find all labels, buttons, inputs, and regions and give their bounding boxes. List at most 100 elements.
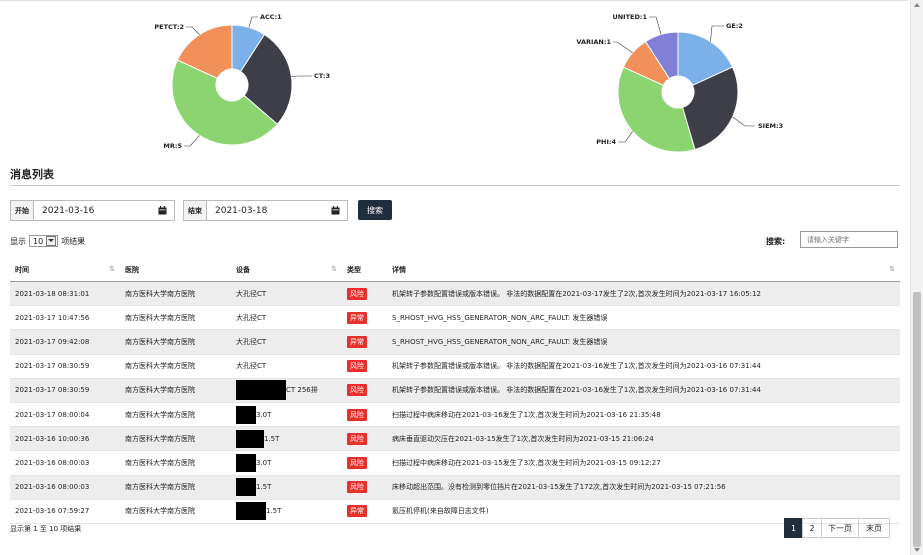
cell-time: 2021-03-17 08:30:59: [10, 354, 120, 379]
column-header-detail[interactable]: 详情 ⇅: [387, 258, 900, 282]
cell-detail: S_RHOST_HVG_HSS_GENERATOR_NON_ARC_FAULT:…: [387, 305, 900, 331]
column-header-type[interactable]: 类型: [342, 258, 387, 282]
vendor-label: UNITED:1: [612, 13, 647, 21]
cell-detail: S_RHOST_HVG_HSS_GENERATOR_NON_ARC_FAULT:…: [387, 329, 900, 355]
vendor-label: SIEM:3: [758, 122, 783, 130]
keyword-search-input[interactable]: [800, 231, 898, 248]
table-row[interactable]: 2021-03-16 10:00:36 南方医科大学南方医院 1.5T 风险 病床垂直驱…: [10, 426, 900, 452]
vendor-pie-chart: GE:2 SIEM:3 PHI:4 VARIAN:1 UNITED:1: [576, 13, 783, 153]
cell-time: 2021-03-18 08:31:01: [10, 281, 120, 307]
cell-hospital: 南方医科大学南方医院: [120, 499, 231, 524]
start-calendar-icon[interactable]: [150, 201, 174, 220]
search-button[interactable]: 搜索: [358, 200, 392, 220]
vendor-label: VARIAN:1: [576, 38, 611, 46]
next-page-button[interactable]: 下一页: [821, 518, 859, 538]
redaction-block: [236, 453, 256, 472]
cell-device: 大孔径CT: [231, 281, 342, 307]
type-badge: 风险: [347, 408, 367, 421]
cell-time: 2021-03-16 08:00:03: [10, 475, 120, 500]
start-date-label: 开始: [11, 201, 34, 220]
page-2-button[interactable]: 2: [802, 518, 822, 538]
cell-type: 风险: [342, 354, 387, 379]
cell-type: 异常: [342, 305, 387, 331]
column-header-device[interactable]: 设备 ⇅: [231, 258, 342, 282]
column-header-hospital[interactable]: 医院: [120, 258, 231, 282]
cell-device: CT 256排: [231, 378, 342, 403]
cell-time: 2021-03-17 08:30:59: [10, 378, 120, 403]
cell-time: 2021-03-17 08:00:04: [10, 402, 120, 428]
table-row[interactable]: 2021-03-16 08:00:03 南方医科大学南方医院 1.5T 风险 床移动超出…: [10, 475, 900, 500]
vendor-leader-line: [618, 131, 633, 143]
modality-label: PETCT:2: [154, 23, 184, 31]
modality-leader-line: [248, 16, 258, 28]
type-badge: 异常: [347, 335, 367, 348]
sort-icon: ⇅: [331, 265, 337, 273]
table-row[interactable]: 2021-03-16 08:00:03 南方医科大学南方医院 3.0T 风险 扫描过程中…: [10, 450, 900, 476]
cell-hospital: 南方医科大学南方医院: [120, 305, 231, 331]
cell-time: 2021-03-16 10:00:36: [10, 426, 120, 452]
page-length-control: 显示 10 项结果: [10, 235, 85, 247]
cell-hospital: 南方医科大学南方医院: [120, 426, 231, 452]
scrollbar-thumb[interactable]: [913, 292, 921, 547]
modality-leader-line: [184, 135, 200, 147]
chevron-down-icon: [46, 236, 57, 246]
modality-pie-chart: ACC:1 CT:3 MR:5 PETCT:2: [154, 13, 330, 150]
modality-label: MR:5: [163, 142, 182, 150]
table-row[interactable]: 2021-03-17 08:30:59 南方医科大学南方医院 CT 256排 风险 机架…: [10, 378, 900, 403]
vertical-scrollbar[interactable]: [910, 0, 923, 555]
table-row[interactable]: 2021-03-17 09:42:08 南方医科大学南方医院 大孔径CT 异常 S_RH…: [10, 329, 900, 355]
cell-type: 异常: [342, 329, 387, 355]
redaction-block: [236, 429, 264, 448]
page-length-select[interactable]: 10: [29, 235, 59, 247]
page-1-button[interactable]: 1: [784, 518, 803, 538]
table-row[interactable]: 2021-03-17 08:30:59 南方医科大学南方医院 大孔径CT 风险 机架转子…: [10, 354, 900, 379]
cell-detail: 病床垂直驱动欠压在2021-03-15发生了1次,首次发生时间为2021-03-…: [387, 426, 900, 452]
cell-device: 大孔径CT: [231, 305, 342, 331]
title-divider: [10, 185, 900, 186]
last-page-button[interactable]: 末页: [858, 518, 890, 538]
cell-hospital: 南方医科大学南方医院: [120, 378, 231, 403]
cell-hospital: 南方医科大学南方医院: [120, 402, 231, 428]
cell-hospital: 南方医科大学南方医院: [120, 450, 231, 476]
table-row[interactable]: 2021-03-18 08:31:01 南方医科大学南方医院 大孔径CT 风险 机架转子…: [10, 281, 900, 307]
type-badge: 风险: [347, 456, 367, 469]
length-prefix: 显示: [10, 236, 26, 246]
vendor-leader-line: [710, 25, 724, 42]
column-header-time[interactable]: 时间 ⇅: [10, 258, 120, 282]
sort-icon: ⇅: [889, 265, 895, 273]
table-row[interactable]: 2021-03-17 08:00:04 南方医科大学南方医院 3.0T 风险 扫描过程中…: [10, 402, 900, 428]
cell-device: 大孔径CT: [231, 329, 342, 355]
cell-time: 2021-03-16 07:59:27: [10, 499, 120, 524]
cell-device: 1.5T: [231, 426, 342, 452]
redaction-block: [236, 502, 266, 521]
modality-label: CT:3: [314, 72, 330, 80]
type-badge: 风险: [347, 481, 367, 494]
end-date-input[interactable]: 2021-03-18: [207, 201, 323, 220]
table-header: 时间 ⇅ 医院 设备 ⇅ 类型 详情 ⇅: [10, 258, 900, 282]
end-calendar-icon[interactable]: [323, 201, 347, 220]
cell-hospital: 南方医科大学南方医院: [120, 354, 231, 379]
start-date-input[interactable]: 2021-03-16: [34, 201, 150, 220]
length-suffix: 项结果: [61, 236, 86, 246]
table-row[interactable]: 2021-03-17 10:47:56 南方医科大学南方医院 大孔径CT 异常 S_RH…: [10, 305, 900, 331]
cell-hospital: 南方医科大学南方医院: [120, 475, 231, 500]
cell-type: 异常: [342, 499, 387, 524]
scroll-down-arrow-icon[interactable]: [914, 548, 920, 552]
cell-device: 1.5T: [231, 475, 342, 500]
cell-type: 风险: [342, 475, 387, 500]
redaction-block: [236, 405, 256, 424]
type-badge: 风险: [347, 432, 367, 445]
table-row[interactable]: 2021-03-16 07:59:27 南方医科大学南方医院 1.5T 异常 氦压机停机…: [10, 499, 900, 524]
scroll-up-arrow-icon[interactable]: [914, 3, 920, 7]
cell-time: 2021-03-17 10:47:56: [10, 305, 120, 331]
end-date-group: 结束 2021-03-18: [183, 200, 348, 221]
cell-device: 1.5T: [231, 499, 342, 524]
modality-leader-line: [186, 26, 200, 35]
cell-device: 大孔径CT: [231, 354, 342, 379]
cell-detail: 扫描过程中病床移动在2021-03-15发生了3次,首次发生时间为2021-03…: [387, 450, 900, 476]
type-badge: 风险: [347, 287, 367, 300]
end-date-label: 结束: [184, 201, 207, 220]
cell-detail: 扫描过程中病床移动在2021-03-16发生了1次,首次发生时间为2021-03…: [387, 402, 900, 428]
vendor-label: PHI:4: [596, 138, 616, 146]
cell-type: 风险: [342, 281, 387, 307]
